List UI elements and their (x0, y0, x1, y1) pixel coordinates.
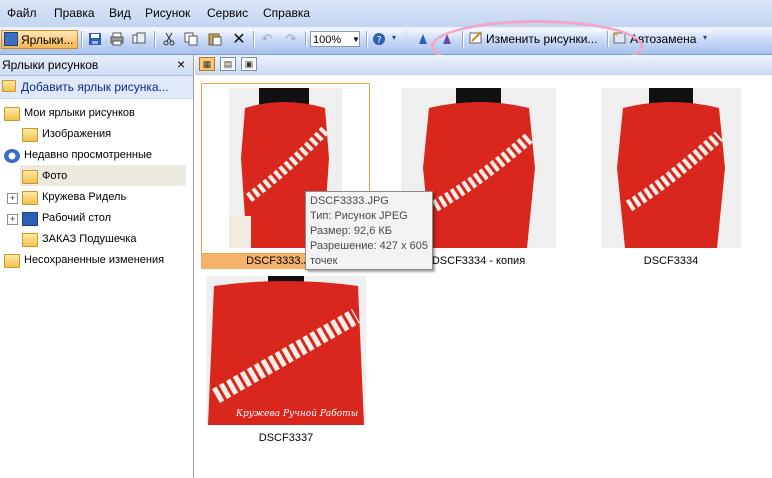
tree-item-order[interactable]: ЗАКАЗ Подушечка (22, 230, 136, 249)
desktop-icon (22, 211, 38, 226)
toolbar-separator (154, 31, 156, 47)
print-icon[interactable] (108, 30, 126, 48)
file-info-tooltip: DSCF3333.JPG Тип: Рисунок JPEG Размер: 9… (305, 191, 433, 270)
close-icon[interactable]: × (177, 56, 185, 72)
tooltip-size: Размер: 92,6 КБ (310, 225, 393, 237)
thumbnail-caption: DSCF3334 (643, 255, 699, 267)
paste-icon[interactable] (206, 30, 224, 48)
folder-icon (22, 169, 38, 184)
toolbar-options-icon[interactable]: ▾ (703, 33, 707, 42)
tree-item-recent[interactable]: Недавно просмотренные (4, 146, 152, 165)
standard-toolbar: Ярлыки... ✕ ↶ ↷ 100% ▼ ? ▾ Изменить рису… (0, 27, 772, 55)
filmstrip-view-icon[interactable]: ▤ (220, 57, 236, 71)
tree-item-images[interactable]: Изображения (22, 125, 111, 144)
chevron-down-icon[interactable]: ▼ (351, 32, 361, 47)
tree-item-unsaved[interactable]: Несохраненные изменения (4, 251, 164, 270)
thumbnail-image[interactable]: Кружева Ручной Работы (206, 276, 366, 425)
unsaved-icon (4, 253, 20, 268)
add-shortcut-label: Добавить ярлык рисунка... (21, 80, 169, 94)
toolbar-separator (81, 31, 83, 47)
copy-icon[interactable] (182, 30, 200, 48)
tree-item-label: Рабочий стол (42, 212, 112, 224)
expand-icon[interactable]: + (7, 193, 18, 204)
panel-title: Ярлыки рисунков (2, 58, 99, 72)
menu-help[interactable]: Справка (263, 6, 310, 20)
toolbar-separator (305, 31, 307, 47)
tree-item-lace[interactable]: Кружева Ридель (22, 188, 126, 207)
tree-item-label: Фото (42, 170, 68, 182)
rotate-left-icon[interactable] (414, 30, 432, 48)
tree-item-my-shortcuts[interactable]: Мои ярлыки рисунков (4, 104, 135, 123)
tree-item-desktop[interactable]: Рабочий стол (22, 209, 111, 228)
tree-item-label: Изображения (42, 128, 112, 140)
tree-item-label: Несохраненные изменения (24, 254, 165, 266)
add-folder-icon (2, 80, 16, 92)
save-icon[interactable] (86, 30, 104, 48)
menu-edit[interactable]: Правка (54, 6, 95, 20)
tree-item-label: ЗАКАЗ Подушечка (42, 233, 137, 245)
email-icon[interactable] (130, 30, 148, 48)
thumbnail-caption: DSCF3337 (258, 432, 314, 444)
single-view-icon[interactable]: ▣ (241, 57, 257, 71)
add-shortcut-link[interactable]: Добавить ярлык рисунка... (0, 76, 193, 99)
tree-item-label: Недавно просмотренные (24, 149, 153, 161)
toolbar-separator (253, 31, 255, 47)
shortcuts-icon (4, 32, 18, 46)
toolbar-separator (366, 31, 368, 47)
thumbnail-image[interactable] (601, 88, 741, 248)
undo-icon[interactable]: ↶ (258, 30, 276, 48)
menu-view[interactable]: Вид (109, 6, 131, 20)
shortcuts-button[interactable]: Ярлыки... (1, 30, 78, 49)
expand-icon[interactable]: + (7, 214, 18, 225)
menu-bar: Файл Правка Вид Рисунок Сервис Справка (0, 0, 772, 27)
recent-icon (4, 148, 20, 163)
delete-icon[interactable]: ✕ (230, 30, 248, 48)
shortcuts-panel: Ярлыки рисунков × Добавить ярлык рисунка… (0, 55, 194, 478)
view-bar: ▦ ▤ ▣ (195, 55, 772, 75)
menu-tools[interactable]: Сервис (207, 6, 248, 20)
picture-folder-icon (22, 127, 38, 142)
help-icon[interactable]: ? (370, 30, 388, 48)
cut-icon[interactable] (160, 30, 178, 48)
panel-header: Ярлыки рисунков × (0, 55, 193, 76)
toolbar-options-icon[interactable]: ▾ (392, 33, 396, 42)
svg-text:?: ? (377, 35, 382, 46)
menu-file[interactable]: Файл (7, 6, 37, 20)
folder-icon (22, 232, 38, 247)
menu-picture[interactable]: Рисунок (145, 6, 190, 20)
tooltip-type: Тип: Рисунок JPEG (310, 210, 408, 222)
watermark-text: Кружева Ручной Работы (236, 409, 359, 419)
tree-item-label: Кружева Ридель (42, 191, 127, 203)
redo-icon[interactable]: ↷ (282, 30, 300, 48)
shortcuts-label: Ярлыки... (21, 33, 74, 47)
tooltip-resolution: Разрешение: 427 x 605 (310, 240, 428, 252)
tooltip-resolution-unit: точек (310, 255, 338, 267)
tree-item-photo[interactable]: Фото (22, 167, 67, 186)
folder-icon (22, 190, 38, 205)
tooltip-filename: DSCF3333.JPG (310, 195, 389, 207)
picture-folder-icon (4, 106, 20, 121)
tree-item-label: Мои ярлыки рисунков (24, 107, 135, 119)
thumbnails-view-icon[interactable]: ▦ (199, 57, 215, 71)
